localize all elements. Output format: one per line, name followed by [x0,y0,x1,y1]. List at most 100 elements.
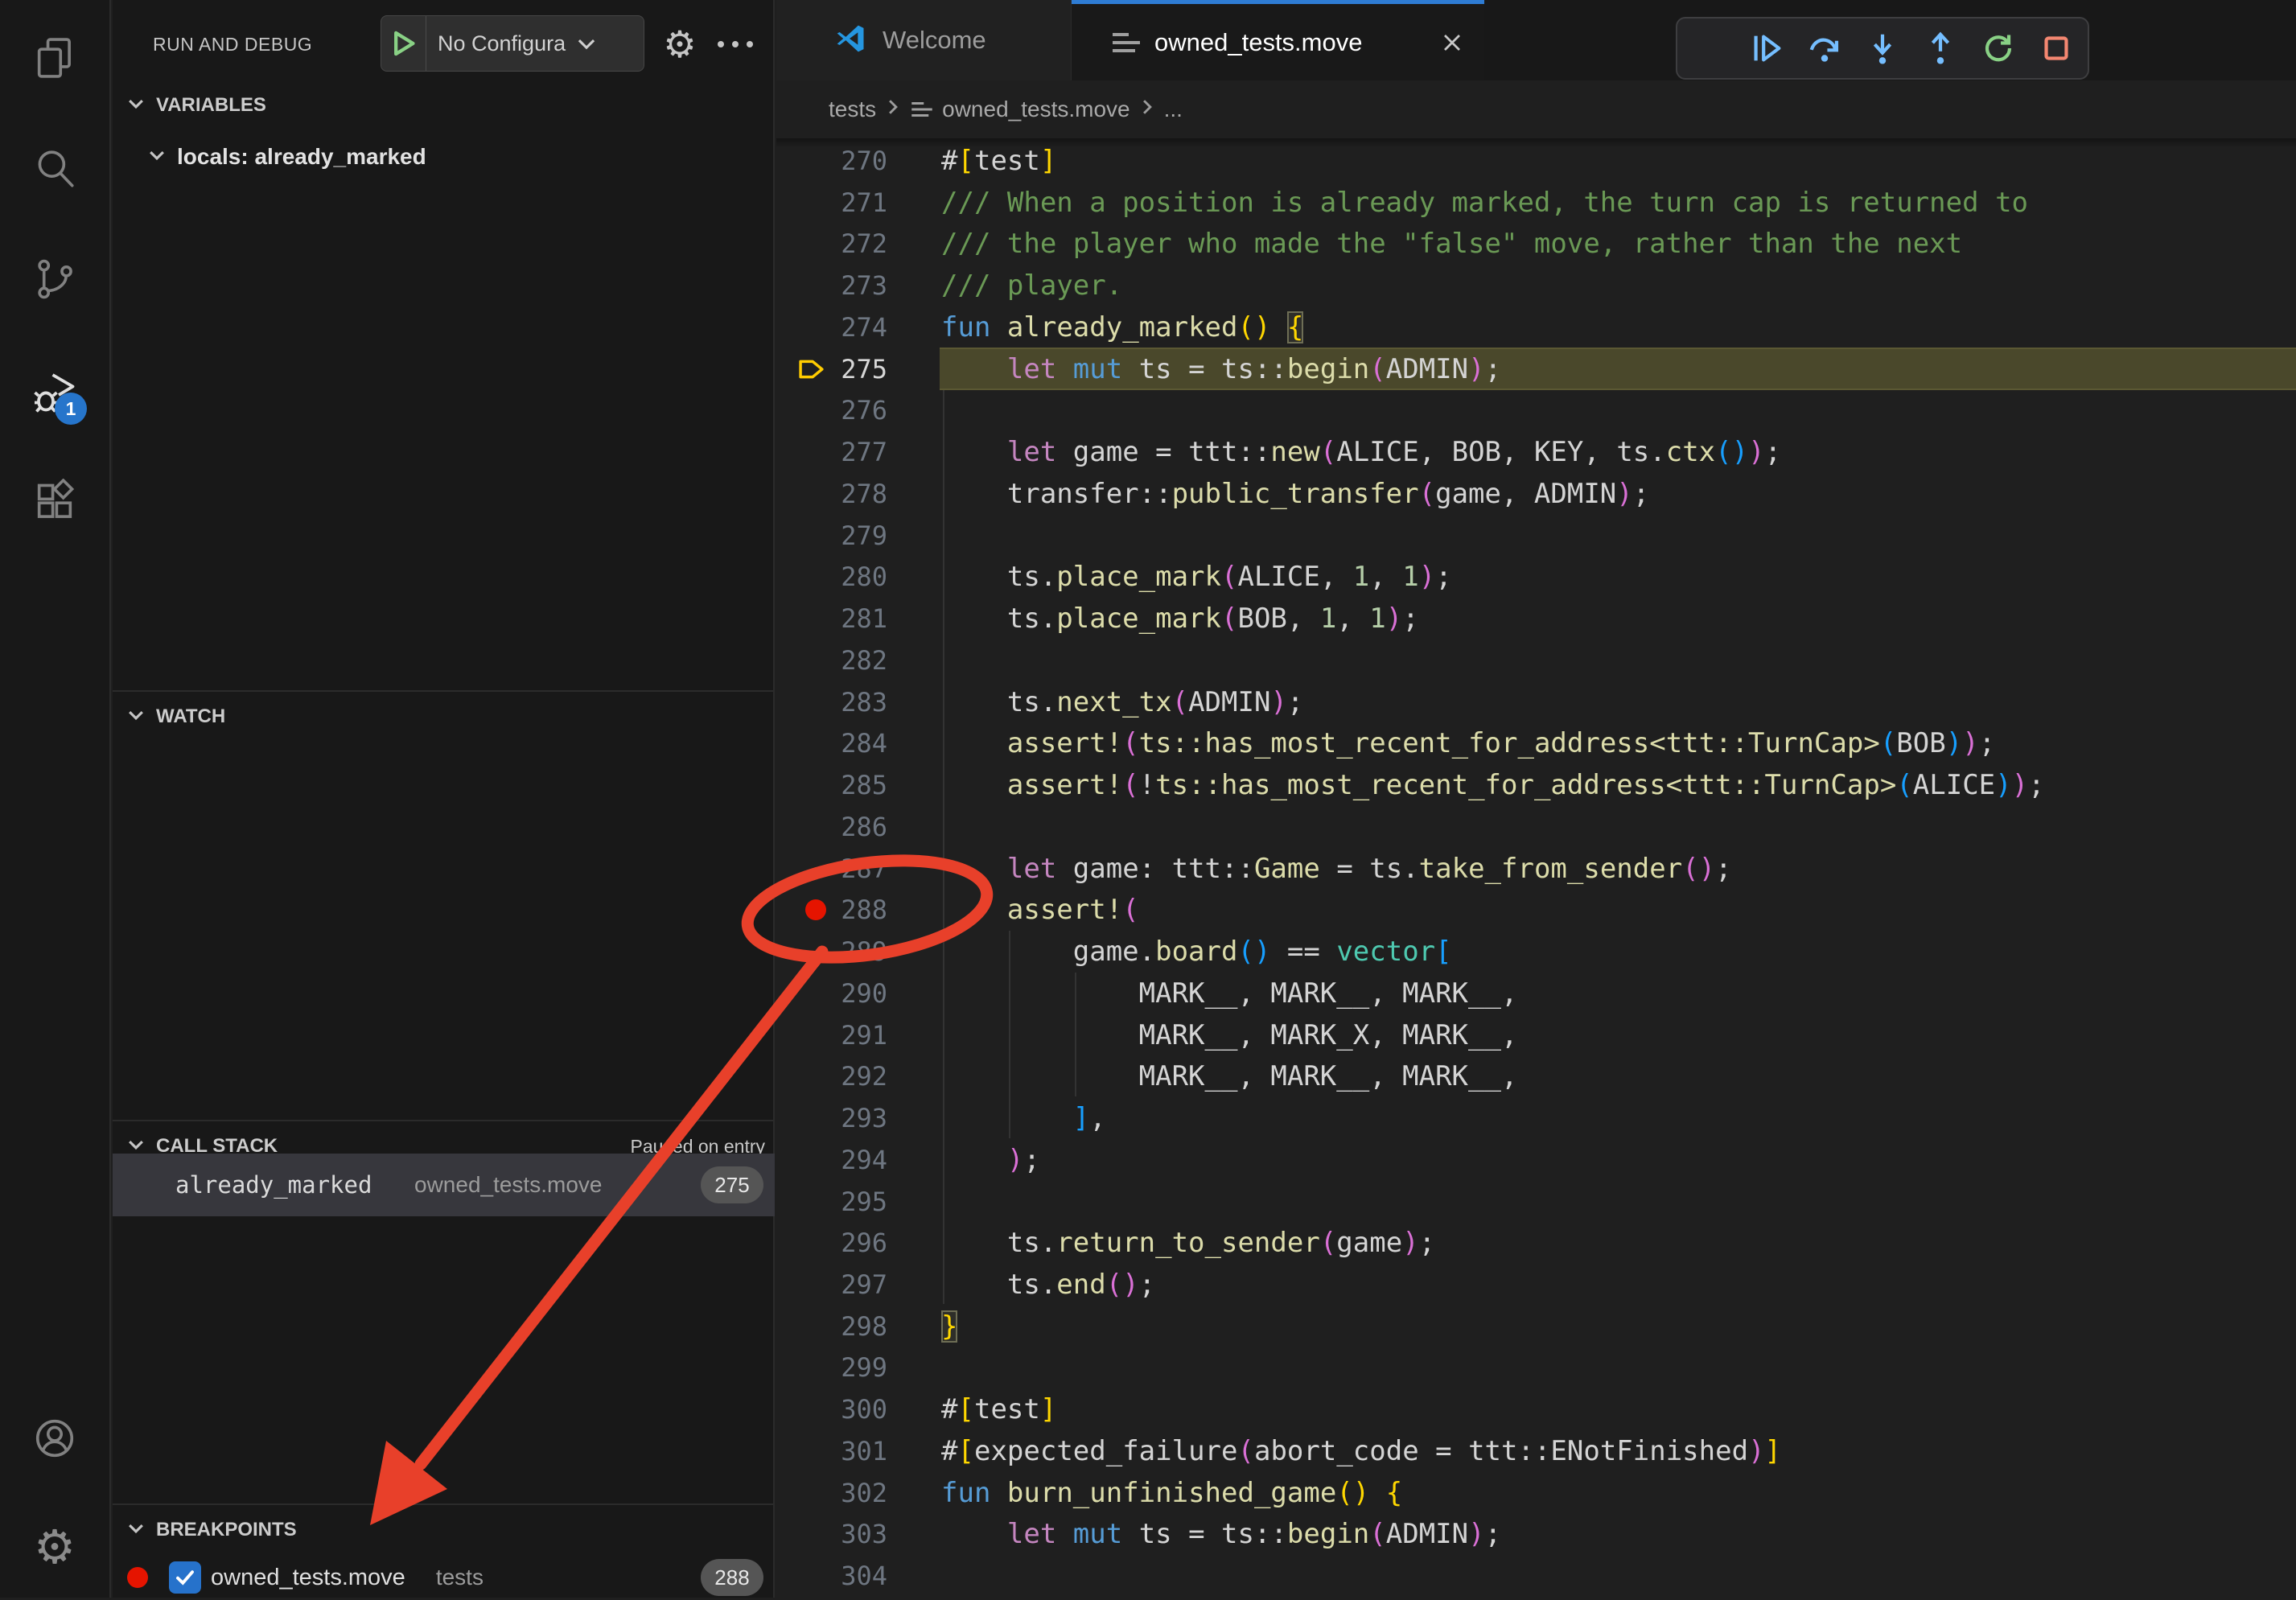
code-line-272[interactable]: 272 /// the player who made the "false" m… [776,223,2296,265]
line-number[interactable]: 283 [792,681,887,723]
code-line-292[interactable]: 292 MARK__, MARK__, MARK__, [776,1055,2296,1097]
code-line-301[interactable]: 301 #[expected_failure(abort_code = ttt::… [776,1430,2296,1472]
call-stack-frame-row[interactable]: already_marked owned_tests.move 275 [113,1154,775,1216]
tab-welcome[interactable]: Welcome [776,0,1072,80]
line-number[interactable]: 282 [792,640,887,681]
search-icon[interactable] [0,123,109,213]
code-line-304[interactable]: 304 [776,1555,2296,1597]
code-text[interactable]: ts.place_mark(BOB, 1, 1); [941,598,1419,640]
line-number[interactable]: 291 [792,1014,887,1056]
tab-owned-tests-move[interactable]: owned_tests.move [1072,0,1484,80]
code-line-274[interactable]: 274fun already_marked() { [776,306,2296,348]
code-line-296[interactable]: 296 ts.return_to_sender(game); [776,1222,2296,1264]
run-configuration-dropdown[interactable]: No Configura [381,15,644,72]
line-number[interactable]: 288 [792,889,887,931]
line-number[interactable]: 272 [792,223,887,265]
code-text[interactable]: ts.place_mark(ALICE, 1, 1); [941,556,1452,598]
code-line-288[interactable]: 288 assert!( [776,889,2296,931]
code-line-282[interactable]: 282 [776,640,2296,681]
code-text[interactable]: fun burn_unfinished_game() { [941,1472,1402,1514]
breakpoints-section-header[interactable]: BREAKPOINTS [113,1505,775,1555]
line-number[interactable]: 281 [792,598,887,640]
code-line-280[interactable]: 280 ts.place_mark(ALICE, 1, 1); [776,556,2296,598]
code-line-279[interactable]: 279 [776,515,2296,557]
code-text[interactable]: #[test] [941,1388,1056,1430]
code-text[interactable]: /// player. [941,265,1122,306]
code-text[interactable]: ], [941,1097,1106,1139]
code-text[interactable]: ts.next_tx(ADMIN); [941,681,1303,723]
code-line-291[interactable]: 291 MARK__, MARK_X, MARK__, [776,1014,2296,1056]
code-line-300[interactable]: 300 #[test] [776,1388,2296,1430]
code-line-284[interactable]: 284 assert!(ts::has_most_recent_for_addr… [776,722,2296,764]
line-number[interactable]: 271 [792,182,887,224]
debug-continue-button[interactable] [1748,29,1785,68]
extensions-icon[interactable] [0,457,109,547]
code-line-290[interactable]: 290 MARK__, MARK__, MARK__, [776,973,2296,1014]
line-number[interactable]: 284 [792,722,887,764]
code-text[interactable]: assert!(!ts::has_most_recent_for_address… [941,764,2045,806]
watch-section-header[interactable]: WATCH [113,692,775,742]
source-control-icon[interactable] [0,234,109,324]
line-number[interactable]: 289 [792,931,887,973]
line-number[interactable]: 304 [792,1555,887,1597]
code-text[interactable]: MARK__, MARK_X, MARK__, [941,1014,1517,1056]
code-line-289[interactable]: 289 game.board() == vector[ [776,931,2296,973]
code-line-298[interactable]: 298} [776,1306,2296,1347]
code-line-283[interactable]: 283 ts.next_tx(ADMIN); [776,681,2296,723]
breakpoint-checkbox[interactable] [169,1561,201,1594]
line-number[interactable]: 301 [792,1430,887,1472]
code-line-294[interactable]: 294 ); [776,1139,2296,1181]
line-number[interactable]: 299 [792,1347,887,1388]
code-text[interactable]: /// When a position is already marked, t… [941,182,2028,224]
debug-settings-gear-icon[interactable]: ⚙ [658,0,702,88]
code-line-271[interactable]: 271 /// When a position is already marked… [776,182,2296,224]
breadcrumb-item-file[interactable]: owned_tests.move [942,97,1129,122]
debug-step-over-button[interactable] [1806,29,1843,68]
line-number[interactable]: 279 [792,515,887,557]
code-line-299[interactable]: 299 [776,1347,2296,1388]
code-text[interactable]: ); [941,1139,1040,1181]
line-number[interactable]: 286 [792,806,887,848]
debug-stop-button[interactable] [2038,29,2075,68]
code-line-273[interactable]: 273/// player. [776,265,2296,306]
variables-locals-row[interactable]: locals: already_marked [113,132,775,182]
breadcrumb-item-tests[interactable]: tests [829,97,876,122]
line-number[interactable]: 293 [792,1097,887,1139]
start-debugging-icon[interactable] [381,16,426,71]
code-text[interactable]: assert!(ts::has_most_recent_for_address<… [941,722,1995,764]
code-text[interactable]: let game: ttt::Game = ts.take_from_sende… [941,848,1732,890]
code-line-285[interactable]: 285 assert!(!ts::has_most_recent_for_add… [776,764,2296,806]
code-line-302[interactable]: 302 fun burn_unfinished_game() { [776,1472,2296,1514]
line-number[interactable]: 300 [792,1388,887,1430]
line-number[interactable]: 275 [792,348,887,390]
line-number[interactable]: 277 [792,431,887,473]
line-number[interactable]: 278 [792,473,887,515]
code-text[interactable]: #[test] [941,140,1056,182]
close-tab-icon[interactable] [1438,28,1467,57]
code-text[interactable]: fun already_marked() { [941,306,1303,348]
run-and-debug-icon[interactable]: 1 [0,348,109,438]
line-number[interactable]: 280 [792,556,887,598]
code-text[interactable]: } [941,1306,957,1347]
explorer-icon[interactable] [0,13,109,103]
variables-section-header[interactable]: VARIABLES [113,80,775,130]
breakpoint-list-item[interactable]: owned_tests.move tests 288 [113,1555,775,1600]
code-text[interactable]: /// the player who made the "false" move… [941,223,1962,265]
toolbar-drag-grip[interactable] [1690,29,1727,68]
settings-gear-icon[interactable]: ⚙ [0,1503,109,1593]
code-text[interactable]: #[expected_failure(abort_code = ttt::ENo… [941,1430,1781,1472]
code-text[interactable]: ts.end(); [941,1264,1155,1306]
code-line-286[interactable]: 286 [776,806,2296,848]
line-number[interactable]: 276 [792,389,887,431]
code-line-293[interactable]: 293 ], [776,1097,2296,1139]
code-text[interactable]: let mut ts = ts::begin(ADMIN); [941,348,1501,390]
line-number[interactable]: 296 [792,1222,887,1264]
code-line-270[interactable]: 270#[test] [776,140,2296,182]
code-text[interactable]: MARK__, MARK__, MARK__, [941,973,1517,1014]
line-number[interactable]: 302 [792,1472,887,1514]
line-number[interactable]: 294 [792,1139,887,1181]
code-line-303[interactable]: 303 let mut ts = ts::begin(ADMIN); [776,1513,2296,1555]
line-number[interactable]: 297 [792,1264,887,1306]
account-icon[interactable] [0,1393,109,1483]
line-number[interactable]: 285 [792,764,887,806]
